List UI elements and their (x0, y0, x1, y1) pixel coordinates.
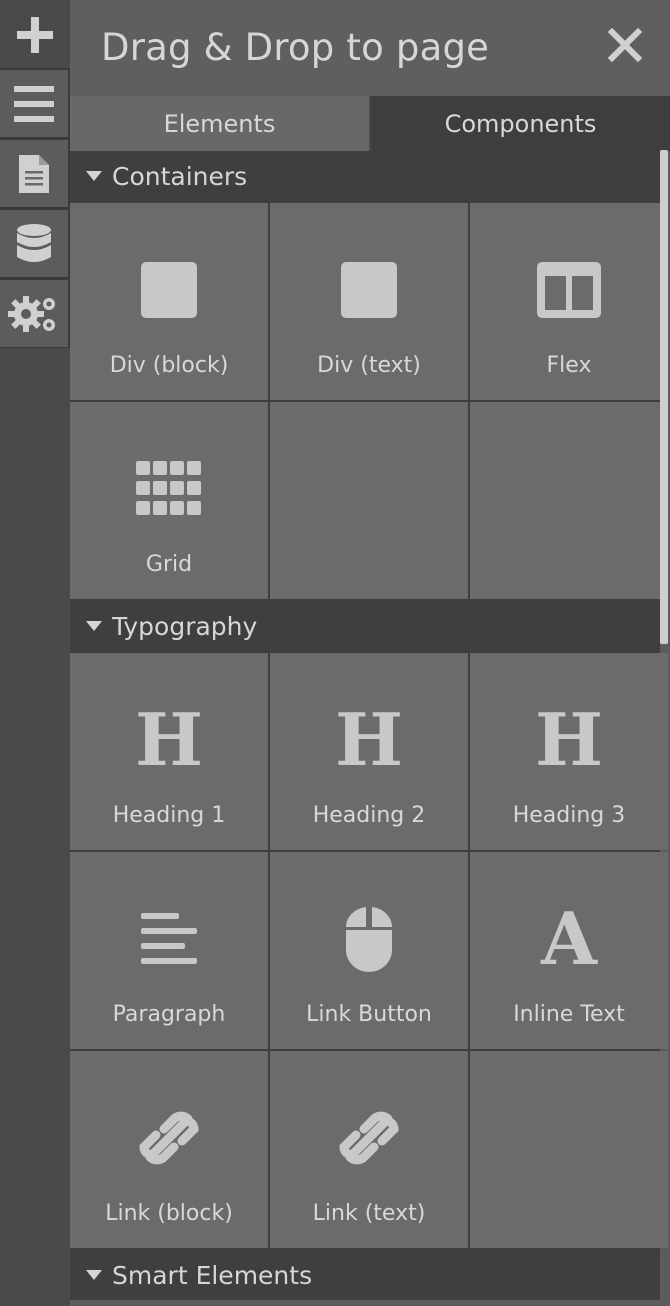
section-header-typography[interactable]: Typography (70, 601, 660, 651)
add-element-button[interactable] (0, 0, 70, 70)
element-heading-1[interactable]: H Heading 1 (70, 653, 268, 850)
empty-cell (470, 402, 668, 599)
close-icon (607, 27, 643, 63)
section-title: Smart Elements (112, 1260, 313, 1290)
left-rail (0, 0, 70, 1306)
element-heading-2[interactable]: H Heading 2 (270, 653, 468, 850)
scrollbar[interactable] (660, 150, 668, 644)
square-block-icon (134, 255, 204, 325)
element-heading-3[interactable]: H Heading 3 (470, 653, 668, 850)
heading-icon: H (334, 697, 404, 782)
settings-gears-icon (8, 295, 55, 332)
empty-cell (470, 1051, 668, 1248)
element-label: Flex (546, 353, 592, 378)
tab-elements[interactable]: Elements (70, 96, 371, 151)
plus-icon (17, 17, 53, 53)
element-div-text[interactable]: Div (text) (270, 203, 468, 400)
tab-components[interactable]: Components (371, 96, 670, 151)
element-link-text[interactable]: Link (text) (270, 1051, 468, 1248)
section-header-containers[interactable]: Containers (70, 151, 660, 201)
paragraph-icon (134, 904, 204, 974)
element-label: Inline Text (513, 1002, 625, 1027)
mouse-icon (334, 904, 404, 974)
section-title: Containers (112, 161, 248, 191)
layers-icon (14, 85, 54, 122)
element-label: Heading 3 (512, 803, 626, 828)
inline-text-icon: A (541, 896, 597, 981)
heading-icon: H (134, 697, 204, 782)
layers-button[interactable] (0, 68, 70, 138)
caret-down-icon (86, 171, 102, 181)
grid-icon (134, 454, 204, 524)
element-label: Div (text) (317, 353, 421, 378)
element-label: Link (block) (105, 1201, 233, 1226)
element-label: Div (block) (109, 353, 229, 378)
panel-header: Drag & Drop to page (70, 0, 670, 96)
settings-button[interactable] (0, 278, 70, 348)
element-inline-text[interactable]: A Inline Text (470, 852, 668, 1049)
containers-grid: Div (block) Div (text) Flex Grid (70, 201, 668, 601)
database-icon (17, 223, 51, 262)
section-title: Typography (112, 611, 258, 641)
section-header-smart-elements[interactable]: Smart Elements (70, 1250, 660, 1300)
element-paragraph[interactable]: Paragraph (70, 852, 268, 1049)
flex-layout-icon (534, 255, 604, 325)
panel-title: Drag & Drop to page (101, 26, 490, 69)
page-icon (19, 154, 49, 193)
element-flex[interactable]: Flex (470, 203, 668, 400)
element-div-block[interactable]: Div (block) (70, 203, 268, 400)
panel-tabs: Elements Components (70, 96, 670, 151)
data-button[interactable] (0, 208, 70, 278)
element-label: Paragraph (112, 1002, 226, 1027)
element-grid[interactable]: Grid (70, 402, 268, 599)
element-label: Heading 2 (312, 803, 426, 828)
heading-icon: H (534, 697, 604, 782)
pages-button[interactable] (0, 138, 70, 208)
caret-down-icon (86, 621, 102, 631)
drag-drop-panel: Drag & Drop to page Elements Components … (70, 0, 670, 1306)
square-text-icon (334, 255, 404, 325)
link-icon (134, 1103, 204, 1173)
caret-down-icon (86, 1270, 102, 1280)
typography-grid: H Heading 1 H Heading 2 H Heading 3 Para… (70, 651, 668, 1250)
element-label: Link Button (306, 1002, 432, 1027)
element-link-button[interactable]: Link Button (270, 852, 468, 1049)
empty-cell (270, 402, 468, 599)
element-label: Link (text) (312, 1201, 426, 1226)
panel-content: Containers Div (block) Div (text) Flex G… (70, 151, 668, 1300)
close-button[interactable] (607, 27, 643, 63)
link-icon (334, 1103, 404, 1173)
element-label: Heading 1 (112, 803, 226, 828)
element-label: Grid (145, 552, 193, 577)
element-link-block[interactable]: Link (block) (70, 1051, 268, 1248)
